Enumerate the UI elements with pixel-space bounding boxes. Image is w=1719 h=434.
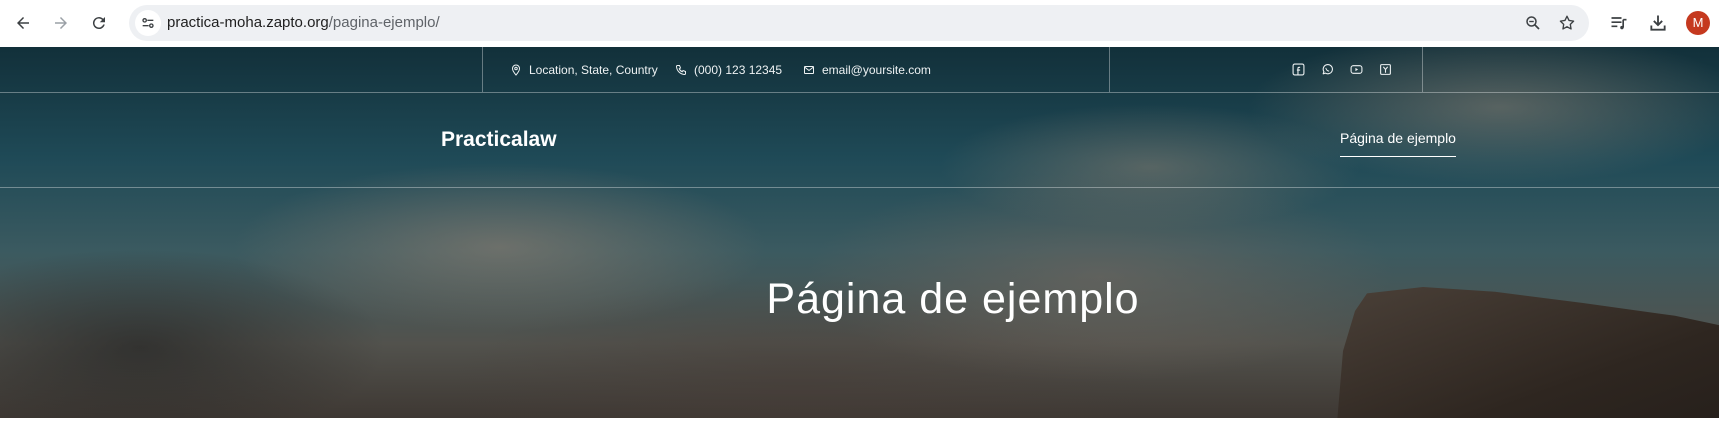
page-title: Página de ejemplo (766, 275, 1140, 323)
site-info-button[interactable] (135, 10, 161, 36)
contact-email[interactable]: email@yoursite.com (803, 47, 931, 92)
download-button[interactable] (1645, 10, 1671, 36)
profile-avatar[interactable]: M (1686, 11, 1710, 35)
hero-section: Location, State, Country (000) 123 12345… (0, 47, 1719, 418)
email-text: email@yoursite.com (822, 62, 931, 77)
whatsapp-icon (1322, 63, 1333, 74)
media-controls-button[interactable] (1606, 10, 1632, 36)
contact-location: Location, State, Country (510, 47, 658, 92)
site-logo[interactable]: Practicalaw (441, 128, 557, 152)
youtube-icon (1350, 64, 1362, 74)
back-button[interactable] (10, 10, 36, 36)
divider (1422, 47, 1423, 92)
forward-button[interactable] (48, 10, 74, 36)
zoom-button[interactable] (1521, 11, 1545, 35)
address-bar[interactable]: practica-moha.zapto.org/pagina-ejemplo/ (129, 5, 1589, 41)
phone-text: (000) 123 12345 (694, 62, 783, 77)
url-host: practica-moha.zapto.org (167, 14, 329, 31)
location-text: Location, State, Country (529, 62, 658, 77)
divider (1109, 47, 1110, 92)
top-contact-bar: Location, State, Country (000) 123 12345… (0, 47, 1719, 93)
header-divider (0, 187, 1719, 188)
site-info-icon (142, 18, 154, 28)
back-icon (17, 17, 29, 29)
whatsapp-link[interactable] (1320, 62, 1334, 76)
browser-toolbar: practica-moha.zapto.org/pagina-ejemplo/ … (0, 0, 1719, 47)
reload-icon (92, 17, 105, 30)
menu-item-pagina-de-ejemplo[interactable]: Página de ejemplo (1340, 130, 1456, 157)
reload-button[interactable] (86, 10, 112, 36)
mail-icon (804, 65, 814, 74)
forward-icon (55, 17, 67, 29)
bookmark-button[interactable] (1555, 11, 1579, 35)
download-icon (1650, 15, 1666, 31)
url-path: /pagina-ejemplo/ (328, 14, 440, 31)
media-controls-icon (1611, 17, 1627, 30)
facebook-link[interactable] (1291, 62, 1305, 76)
zoom-icon (1526, 16, 1540, 30)
yelp-icon (1379, 63, 1391, 75)
divider (482, 47, 483, 92)
map-pin-icon (511, 63, 521, 76)
yelp-link[interactable] (1378, 62, 1392, 76)
bookmark-star-icon (1559, 15, 1575, 30)
phone-icon (675, 64, 686, 75)
url-text[interactable]: practica-moha.zapto.org/pagina-ejemplo/ (167, 5, 440, 41)
contact-phone[interactable]: (000) 123 12345 (675, 47, 782, 92)
youtube-link[interactable] (1349, 62, 1363, 76)
facebook-icon (1292, 63, 1304, 75)
